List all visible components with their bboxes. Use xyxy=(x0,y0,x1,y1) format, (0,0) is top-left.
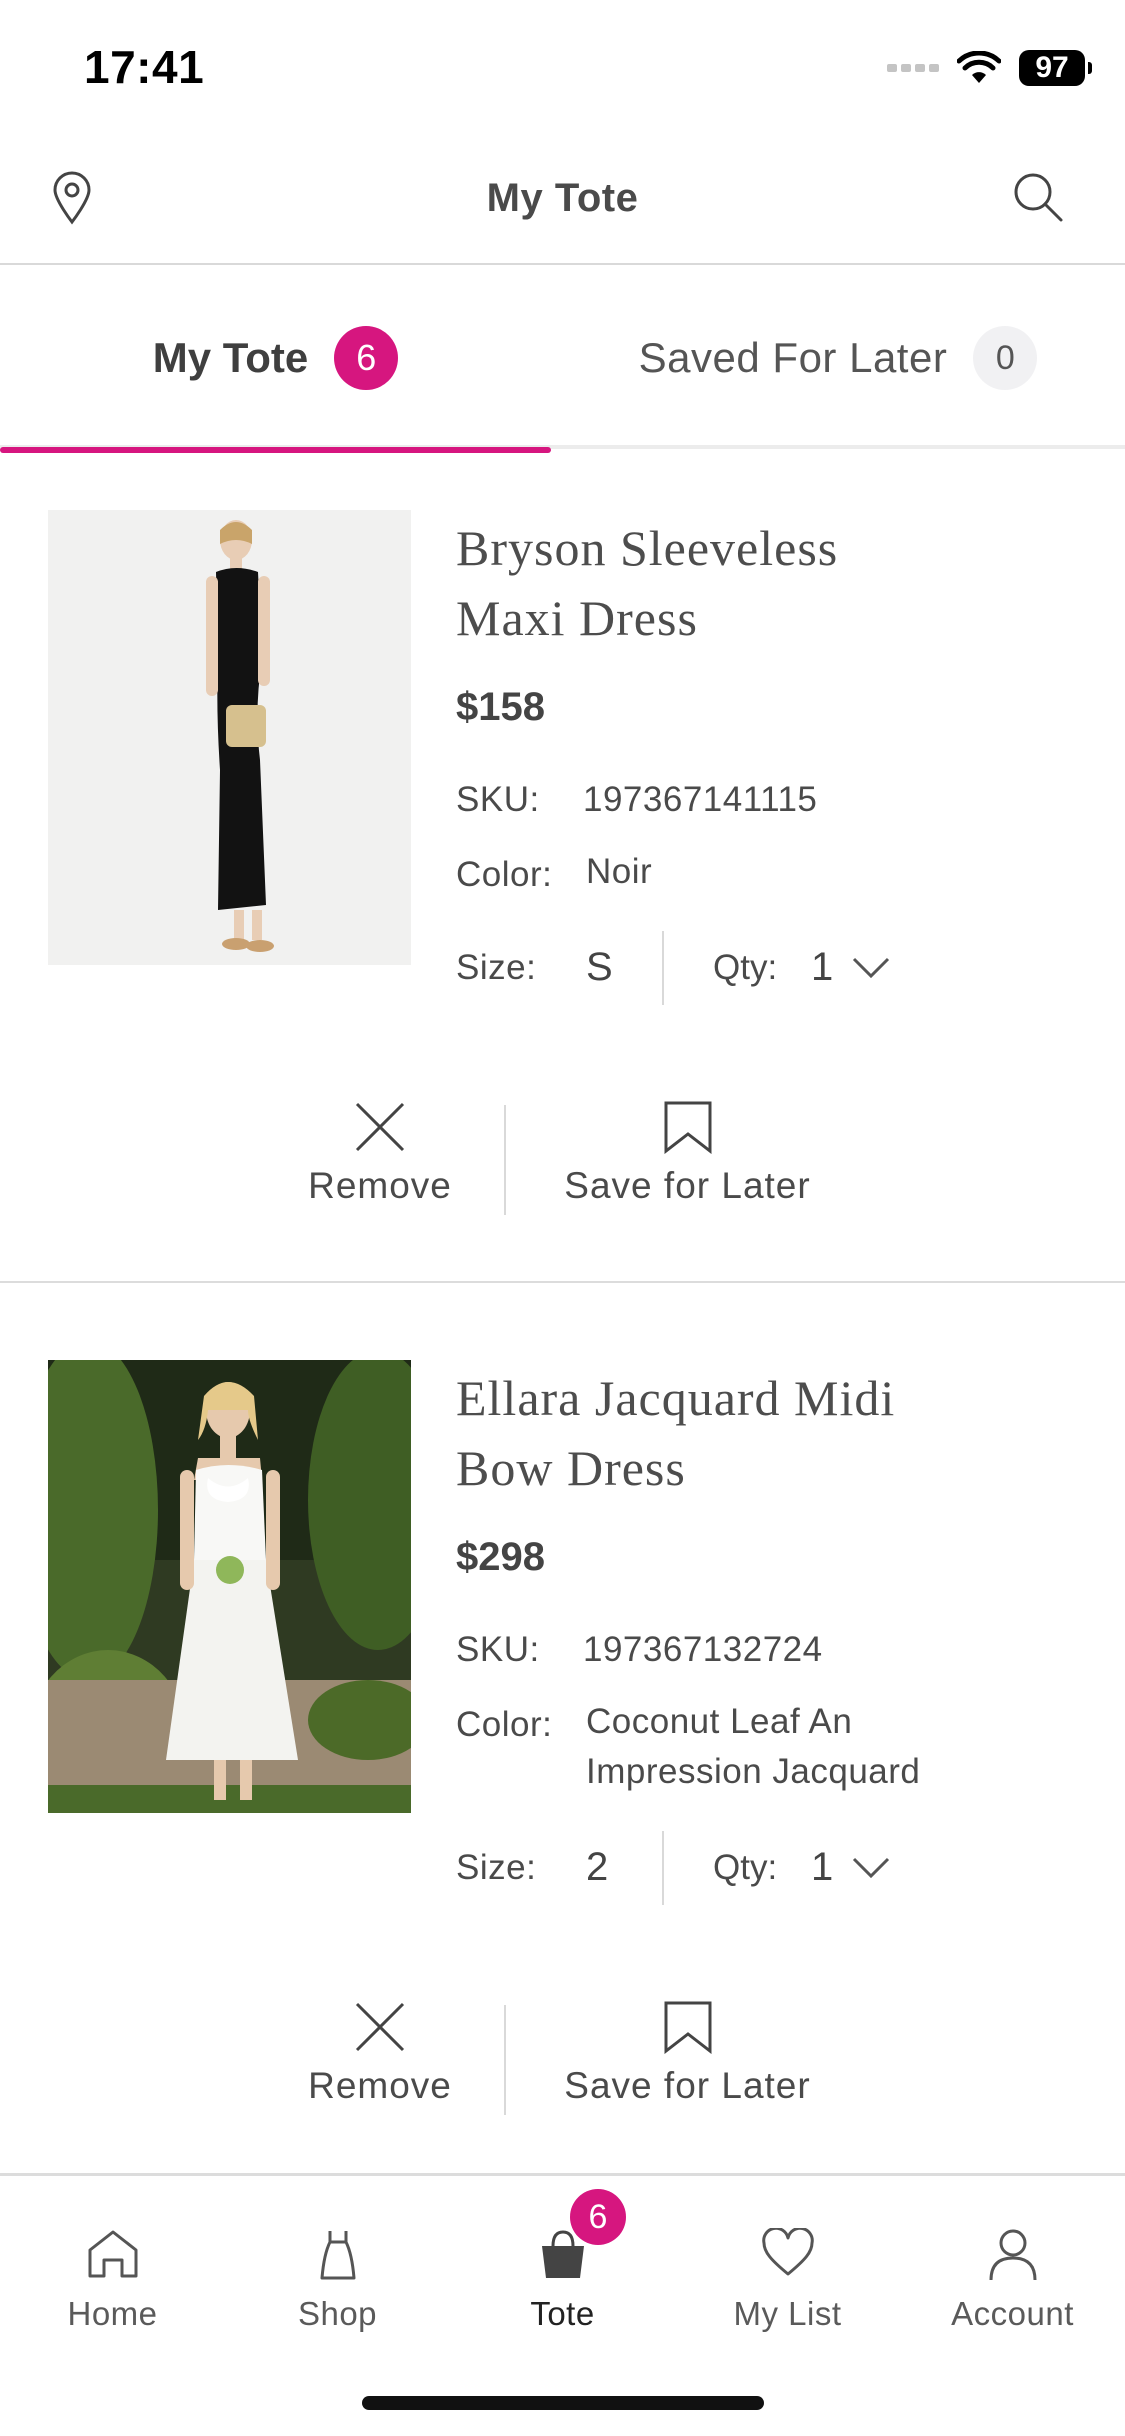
qty-value[interactable]: 1 xyxy=(811,945,833,990)
nav-label: Account xyxy=(951,2295,1074,2332)
product-price: $158 xyxy=(456,685,545,729)
nav-account[interactable]: Account xyxy=(900,2176,1125,2346)
bookmark-icon xyxy=(664,1101,711,1155)
color-value: Coconut Leaf An Impression Jacquard xyxy=(586,1697,1046,1797)
app-header: My Tote xyxy=(0,140,1125,265)
color-label: Color: xyxy=(456,1705,553,1744)
divider xyxy=(504,2005,506,2115)
tab-label: Saved For Later xyxy=(638,334,948,381)
nav-label: Shop xyxy=(297,2295,378,2332)
color-label: Color: xyxy=(456,855,553,894)
tote-count-badge: 6 xyxy=(570,2189,626,2245)
tab-saved-for-later[interactable]: Saved For Later 0 xyxy=(551,267,1125,449)
divider xyxy=(662,1831,664,1905)
nav-my-list[interactable]: My List xyxy=(675,2176,900,2346)
product-image[interactable] xyxy=(48,1360,411,1813)
wifi-icon xyxy=(957,51,1001,83)
size-value: 2 xyxy=(586,1845,609,1889)
size-label: Size: xyxy=(456,948,537,987)
tab-label: My Tote xyxy=(152,334,309,381)
product-image[interactable] xyxy=(48,510,411,965)
qty-value[interactable]: 1 xyxy=(811,1845,833,1890)
tab-count-badge: 0 xyxy=(973,326,1038,390)
user-icon xyxy=(989,2229,1036,2281)
status-time: 17:41 xyxy=(84,41,205,93)
page-title: My Tote xyxy=(486,176,639,220)
home-indicator xyxy=(362,2396,764,2410)
nav-shop[interactable]: Shop xyxy=(225,2176,450,2346)
product-name[interactable]: Ellara Jacquard Midi Bow Dress xyxy=(456,1363,1016,1503)
qty-label: Qty: xyxy=(713,948,778,987)
product-name-line: Bow Dress xyxy=(456,1440,686,1496)
remove-button[interactable]: Remove xyxy=(285,2000,475,2140)
save-for-later-button[interactable]: Save for Later xyxy=(540,2000,835,2140)
close-icon xyxy=(355,2002,405,2052)
nav-home[interactable]: Home xyxy=(0,2176,225,2346)
product-name[interactable]: Bryson Sleeveless Maxi Dress xyxy=(456,513,1016,653)
product-name-line: Bryson Sleeveless xyxy=(456,520,839,576)
divider xyxy=(504,1105,506,1215)
save-for-later-label: Save for Later xyxy=(564,1165,811,1206)
color-value-line: Coconut Leaf An xyxy=(586,1702,853,1741)
save-for-later-label: Save for Later xyxy=(564,2065,811,2106)
nav-label: Tote xyxy=(530,2295,595,2332)
cellular-signal-icon xyxy=(887,64,939,72)
item-actions: Remove Save for Later xyxy=(0,2000,1125,2140)
tote-item: Ellara Jacquard Midi Bow Dress $298 SKU:… xyxy=(0,1285,1125,2175)
item-actions: Remove Save for Later xyxy=(0,1100,1125,1240)
battery-icon: 97 xyxy=(1019,50,1092,86)
tab-my-tote[interactable]: My Tote 6 xyxy=(0,267,551,453)
color-value-line: Impression Jacquard xyxy=(586,1752,921,1791)
nav-tote[interactable]: Tote xyxy=(450,2176,675,2346)
remove-label: Remove xyxy=(308,2065,452,2106)
tab-count-badge: 6 xyxy=(334,326,399,390)
save-for-later-button[interactable]: Save for Later xyxy=(540,1100,835,1240)
nav-label: Home xyxy=(67,2295,158,2332)
product-price: $298 xyxy=(456,1535,545,1579)
divider xyxy=(662,931,664,1005)
chevron-down-icon[interactable] xyxy=(851,1855,891,1881)
remove-button[interactable]: Remove xyxy=(285,1100,475,1240)
color-value: Noir xyxy=(586,852,653,891)
size-label: Size: xyxy=(456,1848,537,1887)
heart-icon xyxy=(761,2228,814,2276)
nav-label: My List xyxy=(733,2295,842,2332)
size-value: S xyxy=(586,945,613,989)
status-indicators: 97 xyxy=(887,48,1092,88)
search-icon[interactable] xyxy=(1011,170,1065,224)
bookmark-icon xyxy=(664,2001,711,2055)
chevron-down-icon[interactable] xyxy=(851,955,891,981)
product-name-line: Ellara Jacquard Midi xyxy=(456,1370,896,1426)
remove-label: Remove xyxy=(308,1165,452,1206)
product-name-line: Maxi Dress xyxy=(456,590,698,646)
sku-value: 197367132724 xyxy=(583,1630,823,1669)
status-bar: 17:41 97 xyxy=(0,0,1125,140)
sku-value: 197367141115 xyxy=(583,780,818,819)
tote-item: Bryson Sleeveless Maxi Dress $158 SKU: 1… xyxy=(0,453,1125,1283)
home-icon xyxy=(88,2230,137,2278)
sku-label: SKU: xyxy=(456,780,540,819)
dress-icon xyxy=(320,2231,355,2280)
close-icon xyxy=(355,1102,405,1152)
qty-label: Qty: xyxy=(713,1848,778,1887)
tote-tabs: My Tote 6 Saved For Later 0 xyxy=(0,267,1125,453)
sku-label: SKU: xyxy=(456,1630,540,1669)
